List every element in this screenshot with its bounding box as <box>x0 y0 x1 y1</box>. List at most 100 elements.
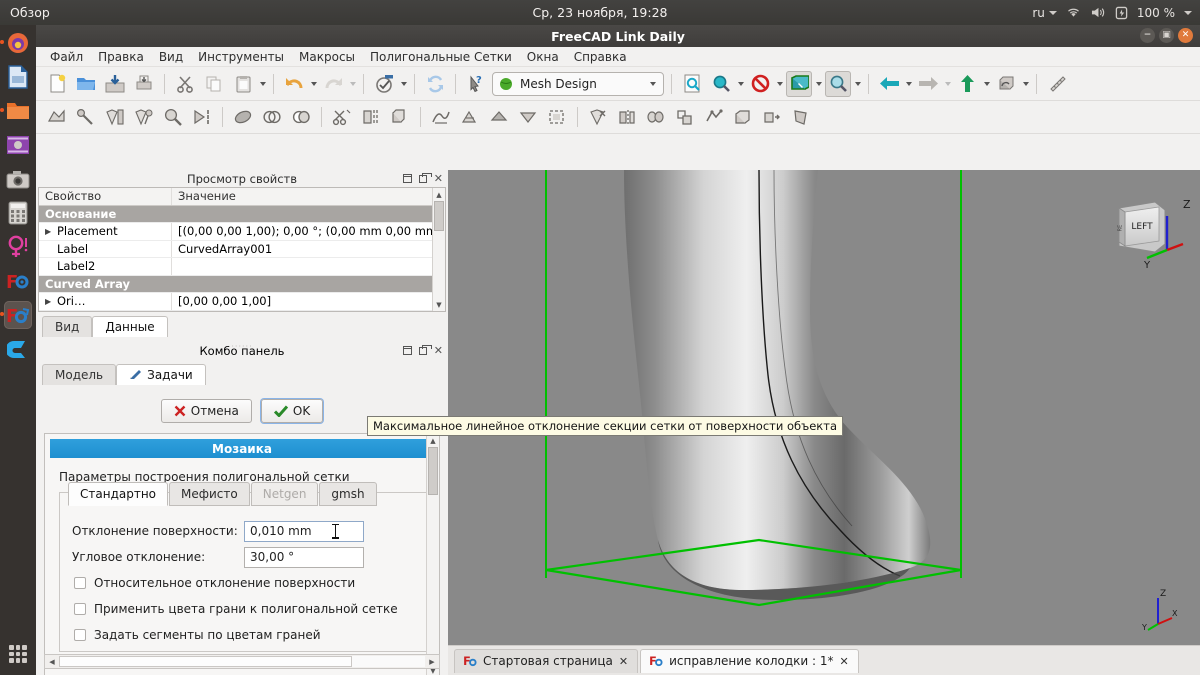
mesh-segment-button[interactable] <box>701 104 727 130</box>
mesh-intersect-button[interactable] <box>288 104 314 130</box>
zoom-button[interactable] <box>708 71 734 97</box>
checkbox-row-apply-face-colors[interactable]: Применить цвета грани к полигональной се… <box>60 596 428 622</box>
launcher-item-libreoffice-writer[interactable] <box>4 63 32 91</box>
keyboard-layout-indicator[interactable]: ru <box>1032 6 1057 20</box>
up-dropdown-icon[interactable] <box>984 81 990 86</box>
launcher-item-freecad[interactable]: F <box>4 267 32 295</box>
edit-dropdown-icon[interactable] <box>401 81 407 86</box>
launcher-item-calculator[interactable] <box>4 199 32 227</box>
property-group-base[interactable]: Основание <box>39 205 445 223</box>
up-button[interactable] <box>954 71 980 97</box>
menu-file[interactable]: Файл <box>50 50 83 64</box>
menu-help[interactable]: Справка <box>574 50 627 64</box>
scroll-right-icon[interactable]: ▶ <box>425 658 439 666</box>
property-value[interactable]: [(0,00 0,00 1,00); 0,00 °; (0,00 mm 0,00… <box>172 224 445 238</box>
apply-face-colors-checkbox[interactable] <box>74 603 86 615</box>
battery-icon[interactable] <box>1115 6 1128 20</box>
mesh-trim-button[interactable] <box>358 104 384 130</box>
mesh-fill-hole-button[interactable] <box>544 104 570 130</box>
mesh-inspect-button[interactable] <box>160 104 186 130</box>
view-rotate-dropdown-icon[interactable] <box>1023 81 1029 86</box>
drag-handle-dots[interactable]: ······ <box>36 342 448 351</box>
mesh-evaluate-button[interactable] <box>102 104 128 130</box>
workbench-selector[interactable]: Mesh Design <box>492 71 664 96</box>
property-row-label2[interactable]: Label2 <box>39 258 445 276</box>
volume-icon[interactable] <box>1090 6 1106 19</box>
refresh-button[interactable] <box>422 71 448 97</box>
scrollbar-trough[interactable] <box>59 656 425 667</box>
property-row-label[interactable]: Label CurvedArray001 <box>39 240 445 258</box>
task-panel-scrollbar[interactable]: ▲ ▼ <box>426 434 439 675</box>
scroll-down-icon[interactable]: ▼ <box>433 298 445 311</box>
system-menu-chevron-icon[interactable] <box>1184 10 1192 15</box>
undo-button[interactable] <box>281 71 307 97</box>
mesh-export-button[interactable] <box>759 104 785 130</box>
property-table-scrollbar[interactable]: ▲ ▼ <box>432 188 445 311</box>
mesh-split-button[interactable] <box>614 104 640 130</box>
mesh-section-button[interactable] <box>387 104 413 130</box>
mesh-merge-button[interactable] <box>643 104 669 130</box>
system-clock[interactable]: Ср, 23 ноября, 19:28 <box>0 5 1200 20</box>
cut-button[interactable] <box>172 71 198 97</box>
menu-view[interactable]: Вид <box>159 50 183 64</box>
mesh-build-button[interactable] <box>730 104 756 130</box>
fit-all-button[interactable] <box>679 71 705 97</box>
mesh-flip-button[interactable] <box>486 104 512 130</box>
menu-tools[interactable]: Инструменты <box>198 50 284 64</box>
define-segments-checkbox[interactable] <box>74 629 86 641</box>
float-icon[interactable] <box>418 172 432 183</box>
3d-viewport[interactable]: LEFT RE Z Y Z Y X <box>448 170 1200 650</box>
refresh-mode-button[interactable] <box>371 71 397 97</box>
launcher-item-firefox[interactable] <box>0 29 32 57</box>
checkbox-row-relative-surface-deviation[interactable]: Относительное отклонение поверхности <box>60 570 428 596</box>
menu-meshes[interactable]: Полигональные Сетки <box>370 50 512 64</box>
launcher-item-freecad-link-daily[interactable]: F <box>0 301 32 329</box>
scrollbar-thumb[interactable] <box>59 656 352 667</box>
menu-edit[interactable]: Правка <box>98 50 144 64</box>
mesh-harmonize-button[interactable] <box>515 104 541 130</box>
zoom-box-dropdown-icon[interactable] <box>855 81 861 86</box>
surface-deviation-input[interactable]: 0,010 mm <box>244 520 364 542</box>
draw-style-dropdown-icon[interactable] <box>777 81 783 86</box>
redo-dropdown-icon[interactable] <box>350 81 356 86</box>
draw-style-button[interactable] <box>747 71 773 97</box>
axonometric-view-button[interactable] <box>786 70 812 97</box>
property-group-curved-array[interactable]: Curved Array <box>39 275 445 293</box>
mesh-union-button[interactable] <box>259 104 285 130</box>
zoom-box-button[interactable] <box>825 70 851 97</box>
copy-button[interactable] <box>201 71 227 97</box>
close-icon[interactable]: ✕ <box>434 173 443 184</box>
open-document-button[interactable] <box>73 71 99 97</box>
launcher-item-magnifier-tool[interactable] <box>4 233 32 261</box>
restore-icon[interactable] <box>402 174 412 183</box>
mesh-analyze-button[interactable] <box>73 104 99 130</box>
paste-button[interactable] <box>230 71 256 97</box>
tab-tasks[interactable]: Задачи <box>116 364 206 385</box>
launcher-item-files[interactable] <box>0 97 32 125</box>
show-applications-button[interactable] <box>9 645 27 663</box>
property-row-placement[interactable]: ▶ Placement [(0,00 0,00 1,00); 0,00 °; (… <box>39 223 445 241</box>
minimize-button[interactable]: − <box>1140 28 1155 43</box>
mesh-remove-components-button[interactable] <box>585 104 611 130</box>
axonometric-dropdown-icon[interactable] <box>816 81 822 86</box>
battery-percentage[interactable]: 100 % <box>1137 6 1175 20</box>
mesh-solid-button[interactable] <box>230 104 256 130</box>
undo-dropdown-icon[interactable] <box>311 81 317 86</box>
back-button[interactable] <box>876 71 902 97</box>
paste-dropdown-icon[interactable] <box>260 81 266 86</box>
scrollbar-thumb[interactable] <box>428 447 438 495</box>
view-rotate-button[interactable] <box>993 71 1019 97</box>
mesh-from-shape-button[interactable] <box>44 104 70 130</box>
expander-icon[interactable]: ▶ <box>45 297 54 306</box>
close-icon[interactable]: ✕ <box>434 345 443 356</box>
wifi-icon[interactable] <box>1066 6 1081 19</box>
launcher-item-camera[interactable] <box>4 165 32 193</box>
scroll-up-icon[interactable]: ▲ <box>433 188 445 201</box>
tab-model[interactable]: Модель <box>42 364 117 385</box>
task-section-header[interactable]: Мозаика <box>50 439 434 458</box>
document-tab-start-page[interactable]: F Стартовая страница ✕ <box>454 648 639 673</box>
float-icon[interactable] <box>418 344 432 355</box>
close-icon[interactable]: ✕ <box>619 655 628 668</box>
menu-macro[interactable]: Макросы <box>299 50 355 64</box>
task-panel-horizontal-scrollbar[interactable]: ◀ ▶ <box>44 654 440 669</box>
